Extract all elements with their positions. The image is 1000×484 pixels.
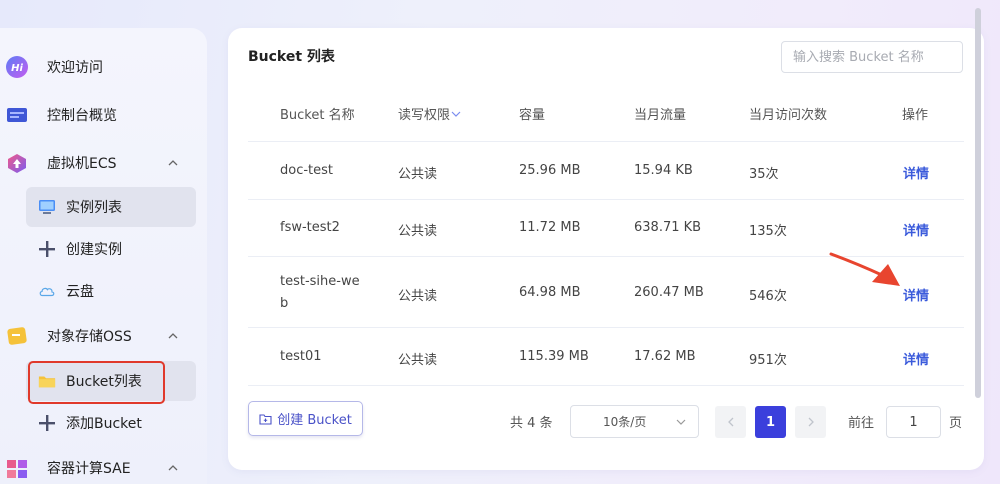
hi-icon: Hi [6,56,28,78]
prev-page-button[interactable] [715,406,746,438]
monitor-icon [38,198,56,216]
cell-permission: 公共读 [398,289,438,304]
nav-item-ecs[interactable]: 虚拟机ECS [0,143,207,183]
bucket-list-card: Bucket 列表 Bucket 名称 读写权限 容量 当月流量 当月访问次数 … [228,28,984,470]
nav-item-label: 虚拟机ECS [47,156,117,172]
sidebar-item-instance-list[interactable]: 实例列表 [26,187,196,227]
scrollbar[interactable] [975,8,981,398]
cell-visits: 35次 [749,167,779,182]
sidebar-item-label: 云盘 [66,284,94,300]
column-header-label: 读写权限 [398,108,451,123]
cloud-icon [38,282,56,300]
sidebar: Hi 欢迎访问 控制台概览 虚拟机ECS 实例列表 创建实例 云盘 对象存储OS… [0,28,207,484]
page-number-button[interactable]: 1 [755,406,786,438]
details-link[interactable]: 详情 [903,220,929,239]
chevron-down-icon[interactable] [450,109,462,119]
nav-item-oss[interactable]: 对象存储OSS [0,316,207,356]
dashboard-icon [6,104,28,126]
sidebar-item-label: 实例列表 [66,200,122,216]
row-divider [248,199,964,200]
sidebar-item-add-bucket[interactable]: 添加Bucket [26,403,196,443]
cell-traffic: 17.62 MB [634,349,696,364]
sidebar-item-cloud-disk[interactable]: 云盘 [26,271,196,311]
ecs-icon [6,152,28,174]
highlight-annotation-box [28,361,165,404]
svg-text:Hi: Hi [11,63,23,74]
page-suffix-label: 页 [949,416,963,431]
row-divider [248,385,964,386]
details-link[interactable]: 详情 [903,285,929,304]
cell-permission: 公共读 [398,353,438,368]
column-header-action: 操作 [902,108,929,123]
cell-name-line1: test-sihe-we [280,274,360,289]
chevron-up-icon[interactable] [167,157,179,169]
column-header-permission[interactable]: 读写权限 [398,104,462,123]
column-header-capacity: 容量 [519,108,546,123]
sae-icon [6,457,28,479]
nav-item-dashboard[interactable]: 控制台概览 [0,95,207,135]
nav-item-label: 对象存储OSS [47,329,132,345]
cell-capacity: 25.96 MB [519,163,581,178]
folder-add-icon [259,413,272,425]
cell-visits: 951次 [749,353,787,368]
plus-icon [38,414,56,432]
next-page-button[interactable] [795,406,826,438]
chevron-up-icon[interactable] [167,330,179,342]
cell-visits: 546次 [749,289,787,304]
details-link[interactable]: 详情 [903,163,929,182]
page-title: Bucket 列表 [248,49,335,65]
cell-visits: 135次 [749,224,787,239]
column-header-visits: 当月访问次数 [749,108,828,123]
nav-item-label: 容器计算SAE [47,461,131,477]
nav-item-sae[interactable]: 容器计算SAE [0,448,207,484]
nav-item-label: 欢迎访问 [47,60,103,76]
page-size-select[interactable]: 10条/页 [570,405,699,438]
create-bucket-label: 创建 Bucket [277,413,352,428]
cell-capacity: 115.39 MB [519,349,589,364]
cell-traffic: 15.94 KB [634,163,693,178]
chevron-right-icon [808,417,814,427]
create-bucket-button[interactable]: 创建 Bucket [248,401,363,436]
oss-icon [6,325,28,347]
page-size-value: 10条/页 [603,415,647,429]
total-count: 共 4 条 [510,416,553,431]
cell-capacity: 64.98 MB [519,285,581,300]
goto-label: 前往 [848,416,875,431]
column-header-name: Bucket 名称 [280,108,355,123]
sidebar-item-create-instance[interactable]: 创建实例 [26,229,196,269]
details-link[interactable]: 详情 [903,349,929,368]
nav-item-welcome[interactable]: Hi 欢迎访问 [0,47,207,87]
sidebar-item-label: 创建实例 [66,242,122,258]
sidebar-item-label: 添加Bucket [66,416,142,432]
cell-permission: 公共读 [398,224,438,239]
cell-traffic: 260.47 MB [634,285,704,300]
search-input[interactable] [781,41,963,73]
chevron-up-icon[interactable] [167,462,179,474]
cell-name: doc-test [280,163,334,178]
plus-icon [38,240,56,258]
cell-name: fsw-test2 [280,220,340,235]
annotation-arrow-icon [829,252,900,286]
column-header-traffic: 当月流量 [634,108,687,123]
cell-capacity: 11.72 MB [519,220,581,235]
cell-name-line2: b [280,296,289,311]
cell-traffic: 638.71 KB [634,220,702,235]
row-divider [248,327,964,328]
cell-name: test01 [280,349,322,364]
chevron-left-icon [727,417,733,427]
cell-permission: 公共读 [398,167,438,182]
row-divider [248,141,964,142]
goto-page-input[interactable] [886,406,941,438]
nav-item-label: 控制台概览 [47,108,117,124]
chevron-down-icon [676,419,686,425]
